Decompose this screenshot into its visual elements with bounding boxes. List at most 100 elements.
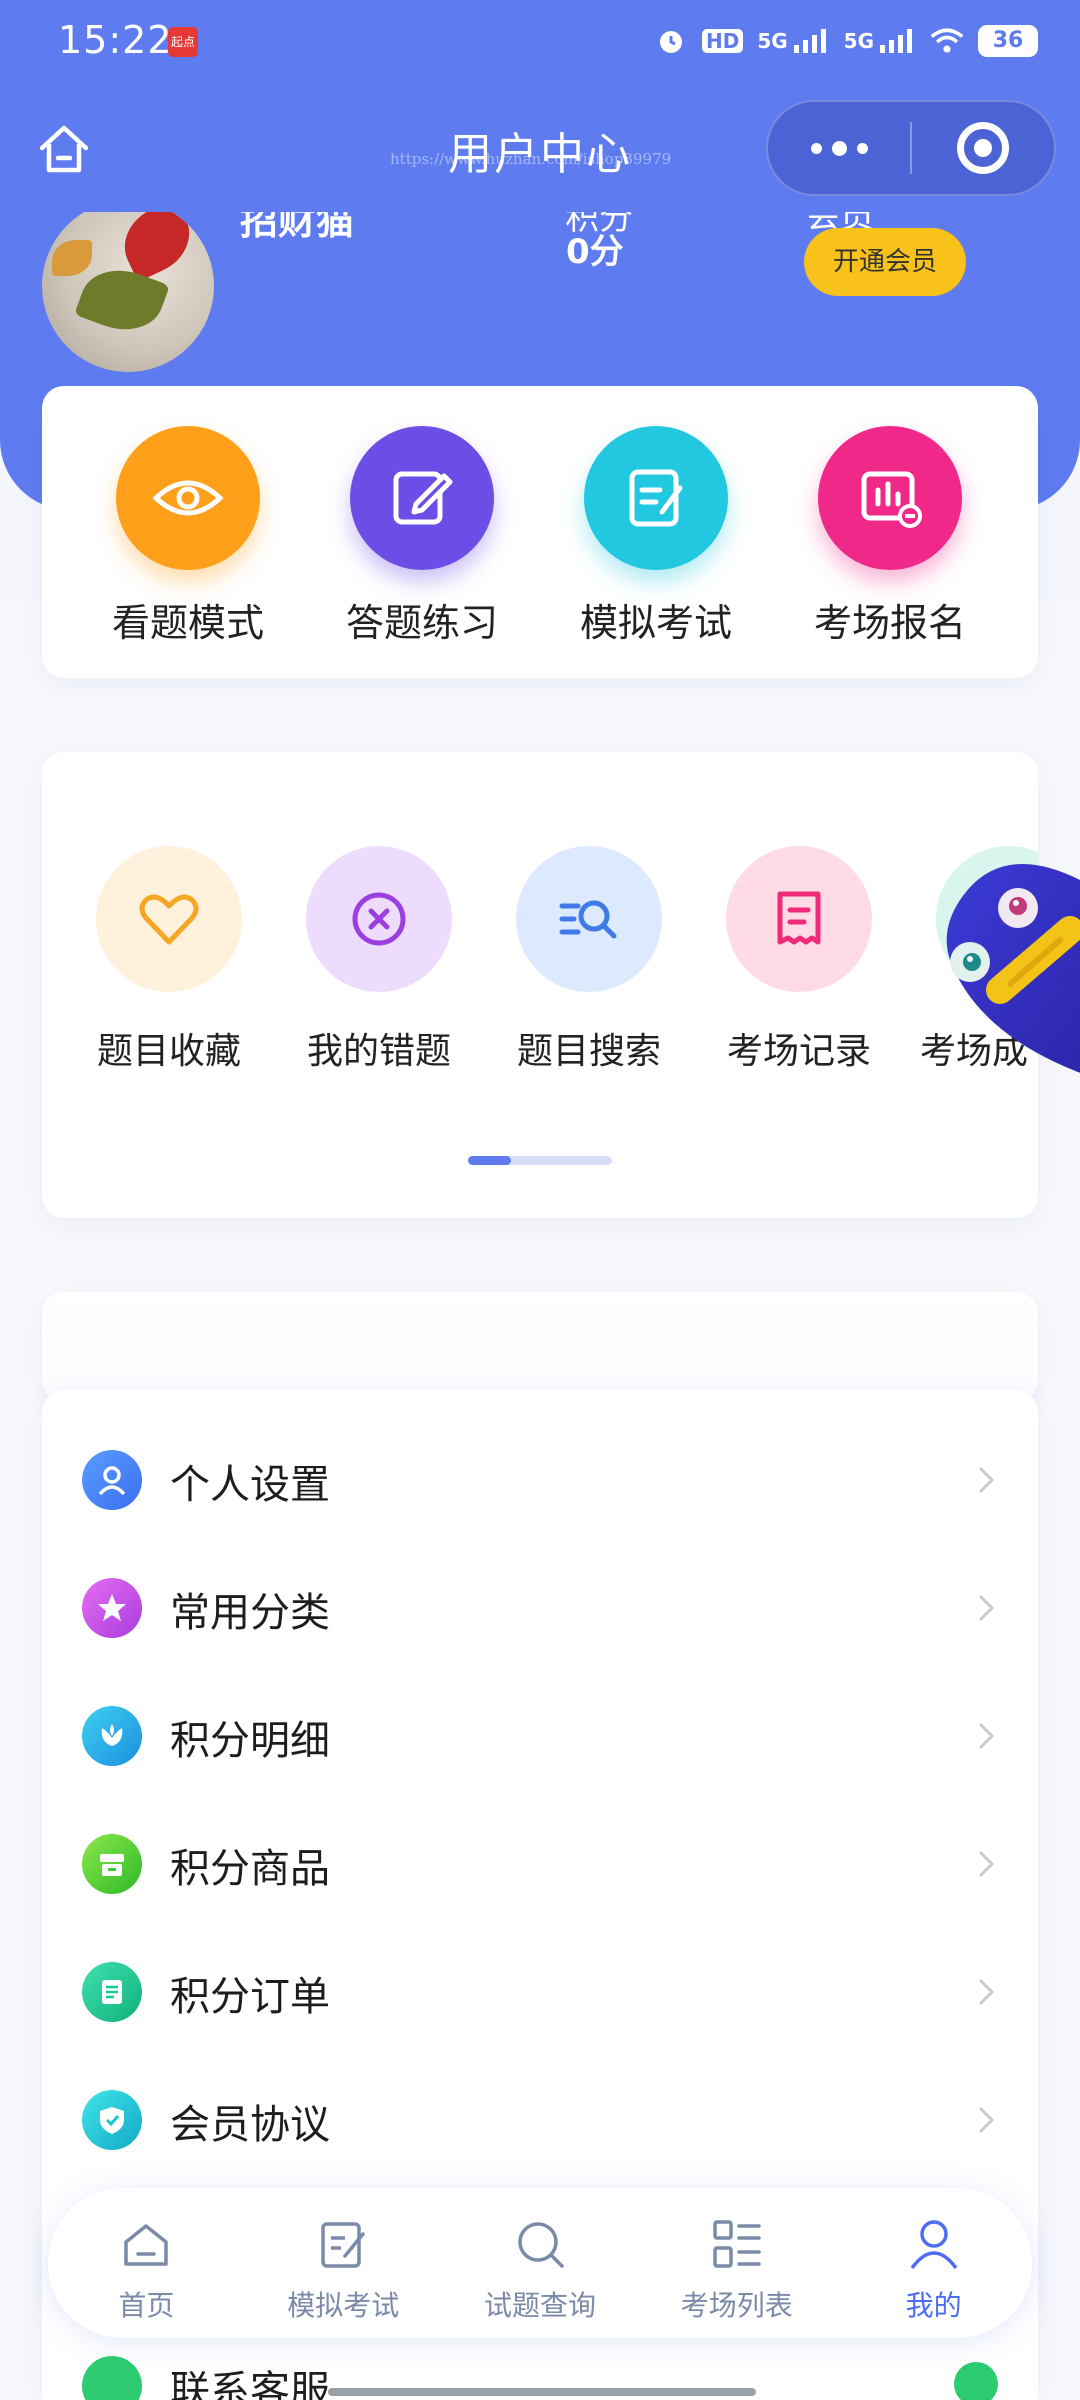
profile-section: 招财猫 积分 0分 会员 开通会员	[0, 212, 1080, 372]
menu-item-contact-service[interactable]: 联系客服	[170, 2358, 330, 2400]
battery-indicator: 36	[978, 25, 1038, 57]
tab-label: 模拟考试	[287, 2289, 400, 2322]
tool-search[interactable]: 题目搜索	[494, 846, 684, 1074]
study-modes-card: 看题模式 答题练习 模拟考试 考场报名	[42, 386, 1038, 678]
chevron-right-icon	[978, 1594, 995, 1622]
menu-item-points-products[interactable]: 积分商品	[42, 1800, 1038, 1928]
close-miniprogram-button[interactable]	[912, 100, 1054, 196]
menu-item-member-agreement[interactable]: 会员协议	[42, 2056, 1038, 2184]
tools-scroll-thumb	[468, 1156, 512, 1165]
signal-bars-icon	[793, 29, 826, 53]
flower-icon	[82, 1706, 142, 1766]
tool-icon-circle	[306, 846, 452, 992]
points-value: 0分	[566, 232, 624, 272]
menu-item-label: 常用分类	[170, 1590, 330, 1636]
chevron-right-icon	[978, 1978, 995, 2006]
status-indicators: HD 5G 5G 36	[654, 24, 1038, 58]
receipt-icon	[777, 891, 821, 945]
search-icon	[518, 2222, 564, 2268]
mode-mock-exam[interactable]: 模拟考试	[556, 426, 756, 647]
tool-label: 题目搜索	[516, 1031, 661, 1072]
list-icon	[713, 2220, 761, 2268]
menu-header-card	[42, 1292, 1038, 1402]
tool-wrong-answers[interactable]: 我的错题	[284, 846, 474, 1074]
exam-icon	[629, 469, 683, 527]
signal-bars-icon	[880, 29, 912, 53]
menu-item-label: 积分明细	[170, 1718, 330, 1764]
report-icon	[861, 471, 922, 528]
chevron-right-icon	[978, 1850, 995, 1878]
more-dot	[810, 142, 822, 154]
mode-label: 看题模式	[111, 601, 264, 645]
tools-card: 题目收藏 我的错题 题目搜索 考场记录 考场成	[42, 752, 1038, 1218]
wifi-icon	[930, 24, 964, 58]
edit-icon	[321, 2222, 365, 2268]
more-dot	[856, 142, 868, 154]
menu-item-common-categories[interactable]: 常用分类	[42, 1544, 1038, 1672]
signal-label: 5G	[843, 29, 874, 53]
mode-icon-circle	[116, 426, 260, 570]
more-button[interactable]	[768, 100, 910, 196]
user-icon	[82, 1450, 142, 1510]
watermark-text: https://www.huzhan.com/ishop39979	[390, 150, 672, 168]
tab-label: 我的	[905, 2289, 962, 2322]
store-icon	[82, 1834, 142, 1894]
mode-icon-circle	[584, 426, 728, 570]
tab-home[interactable]: 首页	[48, 2188, 245, 2338]
tab-question-search[interactable]: 试题查询	[442, 2188, 639, 2338]
avatar[interactable]	[42, 212, 214, 372]
menu-item-label: 积分订单	[170, 1974, 330, 2020]
home-icon	[124, 2224, 169, 2266]
person-icon	[910, 2220, 957, 2270]
signal-5g-2: 5G	[844, 29, 916, 53]
tool-label: 我的错题	[306, 1031, 451, 1072]
open-member-button[interactable]: 开通会员	[804, 228, 966, 296]
mode-practice[interactable]: 答题练习	[322, 426, 522, 647]
tools-scroll-indicator	[468, 1156, 612, 1165]
miniprogram-capsule	[766, 100, 1056, 196]
heart-icon	[139, 894, 199, 945]
mode-label: 模拟考试	[579, 601, 732, 645]
tool-favorites[interactable]: 题目收藏	[74, 846, 264, 1074]
eye-icon	[152, 480, 224, 516]
signal-5g-1: 5G	[757, 29, 829, 53]
tab-mock-exam[interactable]: 模拟考试	[245, 2188, 442, 2338]
mode-view-questions[interactable]: 看题模式	[88, 426, 288, 647]
tab-exam-list[interactable]: 考场列表	[638, 2188, 835, 2338]
mode-exam-registration[interactable]: 考场报名	[790, 426, 990, 647]
menu-item-personal-settings[interactable]: 个人设置	[42, 1416, 1038, 1544]
mode-icon-circle	[818, 426, 962, 570]
status-bar: 15:22 起点 HD 5G 5G 36	[0, 0, 1080, 84]
chevron-right-icon	[978, 2106, 995, 2134]
alarm-icon	[654, 24, 688, 58]
home-indicator	[328, 2388, 756, 2396]
menu-item-label: 会员协议	[170, 2102, 330, 2148]
search-list-icon	[559, 900, 617, 939]
menu-item-points-orders[interactable]: 积分订单	[42, 1928, 1038, 2056]
tab-label: 考场列表	[680, 2289, 793, 2322]
order-icon	[82, 1962, 142, 2022]
star-icon	[82, 1578, 142, 1638]
tool-label: 题目收藏	[96, 1031, 241, 1072]
menu-item-label: 个人设置	[170, 1462, 330, 1508]
app-notification-icon: 起点	[168, 27, 198, 57]
bottom-tab-bar: 首页 模拟考试 试题查询 考场列表 我的	[48, 2188, 1032, 2338]
status-time: 15:22	[58, 18, 173, 62]
tool-exam-records[interactable]: 考场记录	[704, 846, 894, 1074]
headset-icon[interactable]	[954, 2362, 998, 2400]
tab-mine[interactable]: 我的	[835, 2188, 1032, 2338]
shield-icon	[82, 2090, 142, 2150]
tab-label: 首页	[118, 2289, 175, 2322]
hd-label: HD	[701, 29, 744, 53]
tool-icon-circle	[96, 846, 242, 992]
tool-icon-circle	[516, 846, 662, 992]
edit-icon	[393, 471, 453, 525]
tool-label: 考场记录	[726, 1031, 871, 1072]
menu-item-points-details[interactable]: 积分明细	[42, 1672, 1038, 1800]
signal-label: 5G	[757, 29, 788, 53]
floating-mascot[interactable]	[940, 840, 1080, 1080]
mode-icon-circle	[350, 426, 494, 570]
mode-label: 考场报名	[813, 601, 966, 645]
chevron-right-icon	[978, 1722, 995, 1750]
tab-label: 试题查询	[483, 2289, 596, 2322]
